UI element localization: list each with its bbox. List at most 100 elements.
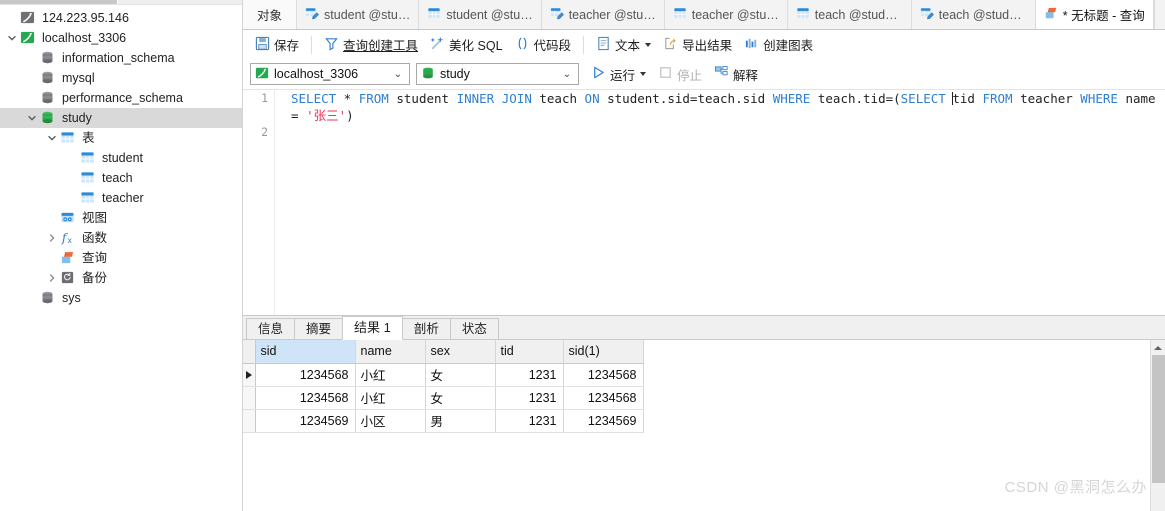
code-snippet-button[interactable]: 代码段	[509, 33, 578, 56]
result-tab-3[interactable]: 剖析	[401, 318, 451, 339]
cell-sex[interactable]: 女	[425, 363, 496, 387]
cell-sex[interactable]: 女	[425, 386, 496, 410]
chevron-down-icon[interactable]: ⌄	[389, 69, 407, 80]
row-selector[interactable]	[243, 409, 256, 433]
cell-sid1[interactable]: 1234569	[563, 409, 644, 433]
tab-6[interactable]: teach @study …	[911, 0, 1036, 29]
cell-sid[interactable]: 1234568	[255, 363, 356, 387]
cell-sid[interactable]: 1234568	[255, 386, 356, 410]
parentheses-icon	[515, 36, 530, 54]
cell-name[interactable]: 小红	[355, 386, 426, 410]
scroll-up-button[interactable]	[1151, 340, 1165, 355]
column-header-sid[interactable]: sid	[255, 340, 356, 364]
chevron-down-icon[interactable]	[24, 113, 40, 123]
cell-sid1[interactable]: 1234568	[563, 363, 644, 387]
chevron-down-icon[interactable]	[645, 42, 652, 47]
cell-sid[interactable]: 1234569	[255, 409, 356, 433]
table-row[interactable]: 1234569 小区男 1231 1234569	[243, 409, 644, 433]
result-tab-1[interactable]: 摘要	[294, 318, 344, 339]
chevron-down-icon[interactable]	[44, 133, 60, 143]
cell-tid[interactable]: 1231	[495, 386, 564, 410]
tab-object[interactable]: 对象	[243, 0, 298, 29]
grid-corner-cell[interactable]	[243, 340, 256, 364]
tree-node-124.223.95.146[interactable]: 124.223.95.146	[0, 8, 242, 28]
cell-sex[interactable]: 男	[425, 409, 496, 433]
cell-tid[interactable]: 1231	[495, 363, 564, 387]
beautify-sql-label: 美化 SQL	[449, 39, 503, 53]
table-row[interactable]: 1234568 小红女 1231 1234568	[243, 363, 644, 387]
tree-node-localhost_3306[interactable]: localhost_3306	[0, 28, 242, 48]
column-header-name[interactable]: name	[355, 340, 426, 364]
scrollbar-thumb[interactable]	[0, 0, 117, 4]
row-selector[interactable]	[243, 386, 256, 410]
result-tab-strip[interactable]: 信息 摘要 结果 1 剖析 状态	[243, 316, 1165, 340]
tree-node-sys[interactable]: sys	[0, 288, 242, 308]
save-icon	[255, 36, 270, 54]
scrollbar-track[interactable]	[118, 0, 242, 4]
sql-keyword: SELECT	[900, 91, 946, 106]
chevron-down-icon[interactable]: ⌄	[558, 69, 576, 80]
chevron-right-icon[interactable]	[44, 273, 60, 283]
tree-node-performance_schema[interactable]: performance_schema	[0, 88, 242, 108]
editor-tab-strip[interactable]: 对象 student @stu… student @stu… teacher @stu…	[243, 0, 1165, 30]
tree-node-mysql[interactable]: mysql	[0, 68, 242, 88]
sql-text: teacher	[1012, 91, 1081, 106]
sql-code-text[interactable]: SELECT * FROM student INNER JOIN teach O…	[276, 90, 1165, 315]
chevron-down-icon[interactable]	[4, 33, 20, 43]
row-selector[interactable]	[243, 363, 256, 387]
tree-node-information_schema[interactable]: information_schema	[0, 48, 242, 68]
chevron-right-icon[interactable]	[44, 233, 60, 243]
table-icon	[427, 6, 441, 23]
tree-node-student[interactable]: student	[0, 148, 242, 168]
play-icon	[591, 65, 606, 83]
tree-node-study[interactable]: study	[0, 108, 242, 128]
table-icon	[80, 150, 97, 166]
table-row[interactable]: 1234568 小红女 1231 1234568	[243, 386, 644, 410]
tree-node-teach[interactable]: teach	[0, 168, 242, 188]
beautify-sql-button[interactable]: 美化 SQL	[424, 33, 509, 56]
result-vertical-scrollbar[interactable]	[1150, 340, 1165, 511]
result-grid[interactable]: sid name sex tid sid(1) 1234568 小红女 1231 1234568…	[243, 340, 644, 433]
create-chart-button[interactable]: 创建图表	[738, 33, 819, 56]
run-button[interactable]: 运行	[585, 63, 652, 86]
result-tab-2[interactable]: 结果 1	[342, 316, 403, 340]
tree-node-label: sys	[62, 291, 81, 305]
chevron-down-icon[interactable]	[640, 72, 647, 76]
tree-node-视图[interactable]: 视图	[0, 208, 242, 228]
tab-5[interactable]: teach @study …	[787, 0, 912, 29]
tab-1[interactable]: student @stu…	[297, 0, 420, 29]
connection-select[interactable]: localhost_3306 ⌄	[250, 63, 410, 85]
connection-gray-icon	[20, 10, 37, 26]
tree-node-teacher[interactable]: teacher	[0, 188, 242, 208]
cell-name[interactable]: 小红	[355, 363, 426, 387]
scrollbar-thumb[interactable]	[1152, 355, 1165, 483]
stop-button: 停止	[652, 63, 708, 86]
tree-node-函数[interactable]: f x 函数	[0, 228, 242, 248]
cell-name[interactable]: 小区	[355, 409, 426, 433]
export-result-button[interactable]: 导出结果	[657, 33, 738, 56]
tree-node-查询[interactable]: 查询	[0, 248, 242, 268]
tab-4[interactable]: teacher @stu…	[664, 0, 788, 29]
query-builder-button[interactable]: 查询创建工具	[318, 33, 424, 56]
sidebar-horizontal-scrollbar[interactable]	[0, 0, 242, 5]
tree-node-表[interactable]: 表	[0, 128, 242, 148]
tab-label: teacher @stu…	[691, 7, 779, 22]
column-header-tid[interactable]: tid	[495, 340, 564, 364]
column-header-sid(1)[interactable]: sid(1)	[563, 340, 644, 364]
tab-7[interactable]: * 无标题 - 查询	[1035, 0, 1154, 29]
column-header-sex[interactable]: sex	[425, 340, 496, 364]
explain-button[interactable]: 解释	[708, 63, 764, 86]
tab-3[interactable]: teacher @stu…	[541, 0, 665, 29]
cell-tid[interactable]: 1231	[495, 409, 564, 433]
sql-editor[interactable]: 1 2 SELECT * FROM student INNER JOIN tea…	[243, 89, 1165, 315]
database-select[interactable]: study ⌄	[416, 63, 579, 85]
text-view-button[interactable]: 文本	[590, 33, 657, 56]
result-grid-wrapper[interactable]: sid name sex tid sid(1) 1234568 小红女 1231 1234568…	[243, 340, 1165, 511]
tree-node-备份[interactable]: 备份	[0, 268, 242, 288]
cell-sid1[interactable]: 1234568	[563, 386, 644, 410]
tab-2[interactable]: student @stu…	[419, 0, 542, 29]
result-tab-4[interactable]: 状态	[449, 318, 499, 339]
save-button[interactable]: 保存	[249, 33, 305, 56]
result-tab-0[interactable]: 信息	[246, 318, 296, 339]
sql-keyword: WHERE	[1080, 91, 1118, 106]
